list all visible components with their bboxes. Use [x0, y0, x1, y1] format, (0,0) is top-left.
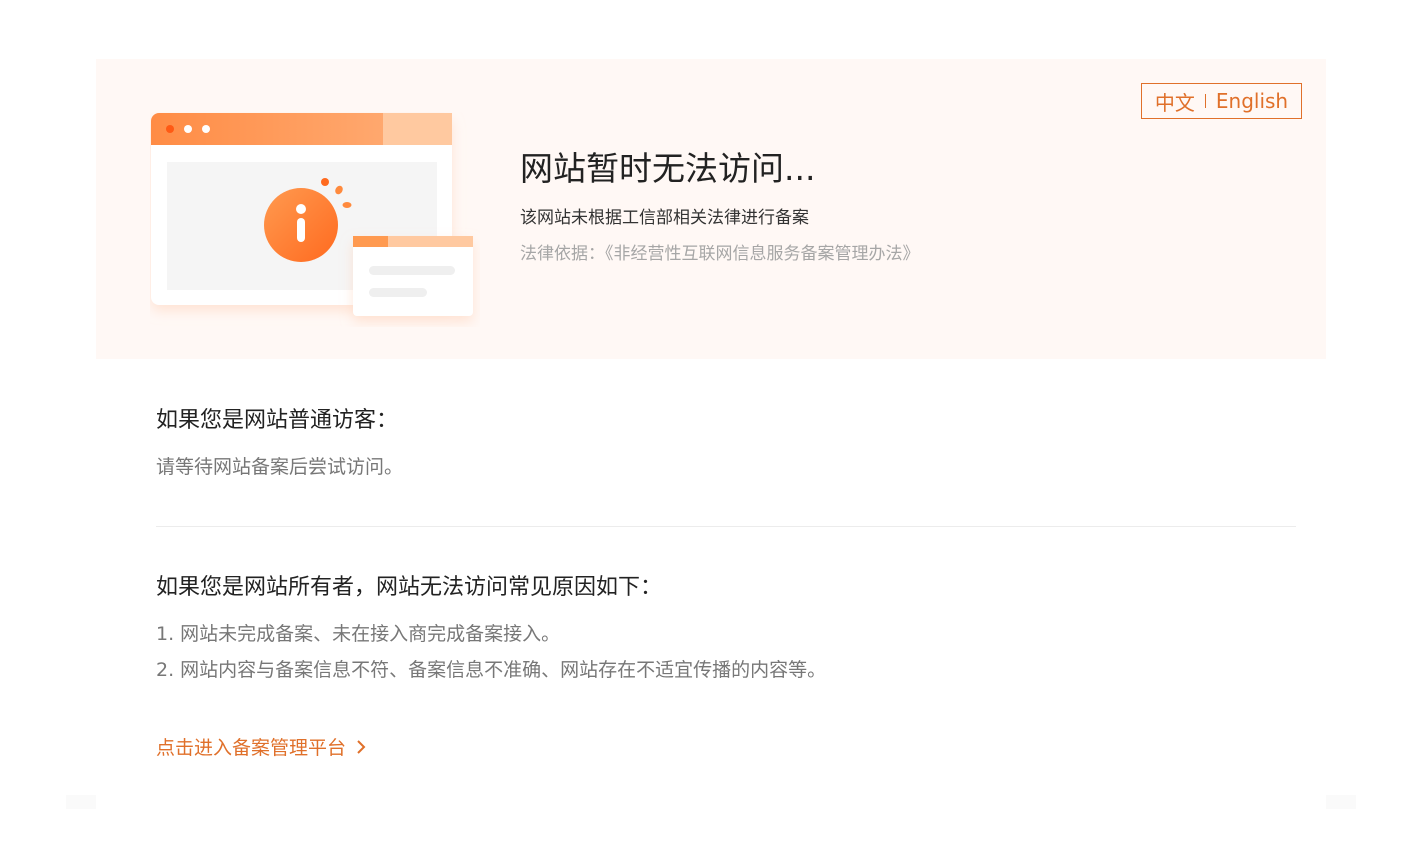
lang-chinese-option[interactable]: 中文: [1155, 87, 1195, 116]
language-switch: 中文 English: [1141, 83, 1302, 119]
reason-item: 1. 网站未完成备案、未在接入商完成备案接入。: [156, 623, 561, 645]
page: 中文 English 网站暂时无法访问... 该网站未根据工信部相关法律进行备案…: [0, 0, 1419, 868]
reason-item: 2. 网站内容与备案信息不符、备案信息不准确、网站存在不适宜传播的内容等。: [156, 659, 827, 681]
browser-warning-illustration: [150, 112, 480, 327]
owner-section-title: 如果您是网站所有者，网站无法访问常见原因如下：: [156, 575, 663, 600]
corner-decoration-right: [1326, 795, 1356, 809]
corner-decoration-left: [66, 795, 96, 809]
filing-platform-link[interactable]: 点击进入备案管理平台: [156, 733, 366, 760]
notice-subtitle: 该网站未根据工信部相关法律进行备案: [520, 208, 809, 228]
filing-platform-link-label: 点击进入备案管理平台: [156, 737, 347, 759]
page-title: 网站暂时无法访问...: [520, 149, 816, 188]
chevron-right-icon: [356, 738, 366, 760]
legal-basis-text: 法律依据：《非经营性互联网信息服务备案管理办法》: [520, 244, 920, 264]
visitor-section-title: 如果您是网站普通访客：: [156, 408, 399, 433]
section-divider: [156, 526, 1296, 527]
visitor-section-text: 请等待网站备案后尝试访问。: [156, 456, 404, 478]
lang-separator: [1204, 94, 1206, 108]
lang-english-option[interactable]: English: [1216, 89, 1288, 113]
